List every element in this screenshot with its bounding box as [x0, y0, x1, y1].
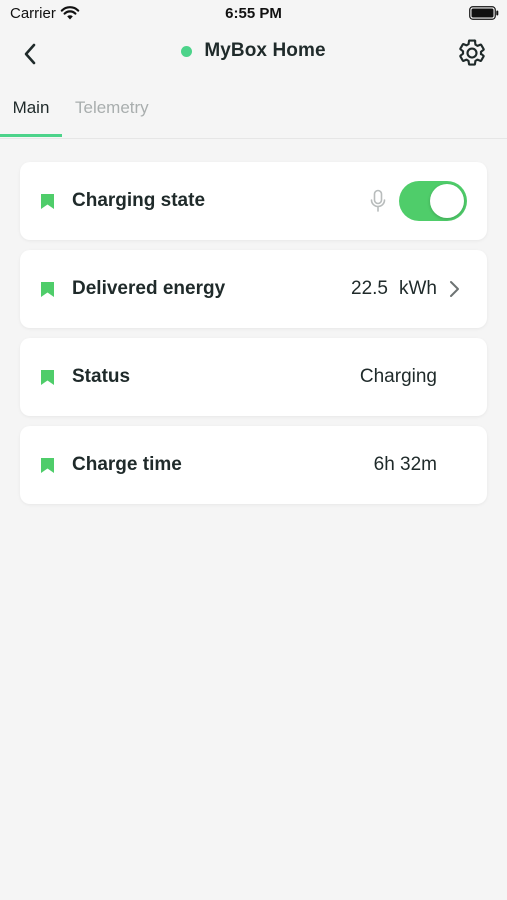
tab-telemetry-label: Telemetry: [75, 98, 149, 117]
bookmark-icon: [41, 282, 54, 297]
bookmark-icon: [41, 194, 54, 209]
navigation-bar: MyBox Home: [0, 28, 507, 78]
online-status-dot: [181, 45, 193, 57]
energy-value: 22.5 kWh: [351, 250, 437, 328]
tab-bar: Main Telemetry: [0, 88, 507, 139]
tab-telemetry[interactable]: Telemetry: [75, 88, 149, 136]
energy-amount: 22.5: [351, 278, 388, 299]
bookmark-icon: [41, 458, 54, 473]
title-group: MyBox Home: [0, 40, 507, 62]
gear-icon: [459, 39, 485, 66]
charging-toggle[interactable]: [399, 181, 467, 221]
tab-main-label: Main: [12, 98, 50, 117]
card-charging-state: Charging state: [20, 162, 487, 240]
card-delivered-energy[interactable]: Delivered energy 22.5 kWh: [20, 250, 487, 328]
battery-icon: [469, 6, 499, 20]
energy-unit: kWh: [399, 278, 437, 299]
page-title: MyBox Home: [204, 40, 326, 61]
active-tab-indicator: [0, 134, 62, 137]
status-value: Charging: [359, 366, 437, 387]
card-label: Charging state: [72, 190, 206, 211]
clock-time: 6:55 PM: [225, 5, 282, 22]
bookmark-icon: [41, 370, 54, 385]
chevron-right-icon[interactable]: [447, 279, 461, 299]
card-charge-time: Charge time 6h 32m: [20, 426, 487, 504]
status-bar: Carrier 6:55 PM: [0, 0, 507, 28]
charge-time-value: 6h 32m: [373, 454, 437, 475]
card-label: Delivered energy: [72, 278, 226, 299]
microphone-icon[interactable]: [369, 189, 387, 213]
tab-main[interactable]: Main: [0, 88, 62, 137]
card-label: Charge time: [72, 454, 182, 475]
toggle-knob: [430, 184, 464, 218]
settings-button[interactable]: [455, 36, 489, 70]
card-label: Status: [72, 366, 131, 387]
card-list: Charging state Delivered energy 22.5 kWh…: [20, 162, 487, 514]
card-status: Status Charging: [20, 338, 487, 416]
